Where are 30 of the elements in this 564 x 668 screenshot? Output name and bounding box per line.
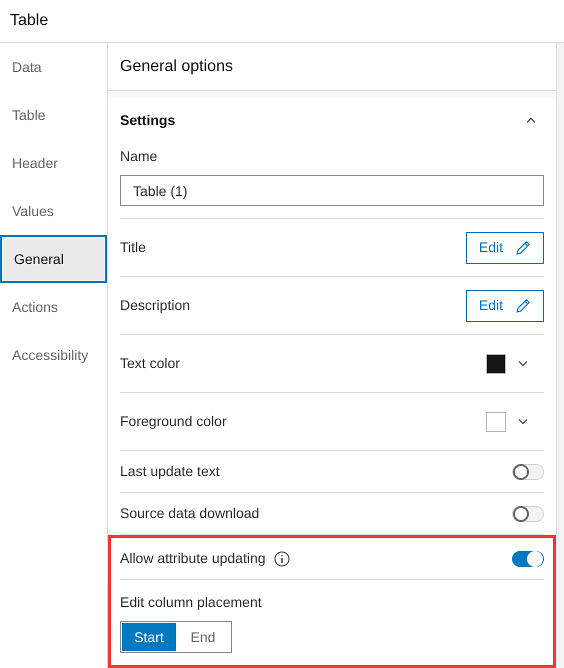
row-label: Source data download (120, 504, 260, 523)
section-title: Settings (120, 110, 176, 130)
row-label: Edit column placement (120, 593, 263, 612)
sidebar-tab[interactable]: General (0, 235, 107, 283)
chevron-down-icon (518, 360, 528, 366)
row-label: Foreground color (120, 412, 227, 431)
segment-button[interactable]: Start (122, 623, 176, 651)
sidebar-tab[interactable]: Header (0, 139, 107, 187)
info-icon (274, 550, 290, 566)
sidebar-tab[interactable]: Data (0, 43, 107, 91)
field-label: Name (120, 147, 158, 166)
row-label: Description (120, 296, 190, 315)
edit-button[interactable]: Edit (466, 232, 544, 264)
row-label: Last update text (120, 462, 220, 481)
edit-button[interactable]: Edit (466, 290, 544, 322)
toggle-switch[interactable] (512, 550, 544, 566)
name-field[interactable]: Table (1) (120, 175, 544, 206)
sidebar-tab[interactable]: Accessibility (0, 331, 107, 379)
chevron-down-icon (518, 418, 528, 424)
sidebar-tab[interactable]: Values (0, 187, 107, 235)
pencil-icon (515, 298, 531, 314)
row-label: Text color (120, 354, 180, 373)
row-label: Title (120, 238, 146, 257)
row-label: Allow attribute updating (120, 549, 266, 568)
chevron-up-icon (526, 117, 536, 123)
sidebar-tab[interactable]: Table (0, 91, 107, 139)
pencil-icon (515, 240, 531, 256)
window-title: Table (10, 11, 48, 31)
panel-title: General options (120, 56, 233, 76)
sidebar-tab[interactable]: Actions (0, 283, 107, 331)
